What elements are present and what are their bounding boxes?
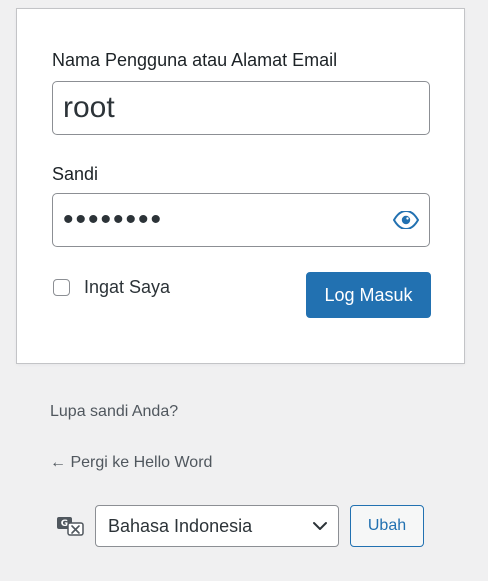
username-field-wrapper [52, 81, 430, 135]
language-switcher: G Bahasa Indonesia Ubah [56, 503, 436, 549]
username-input[interactable] [53, 82, 429, 134]
remember-me[interactable]: Ingat Saya [53, 277, 170, 298]
eye-icon [393, 211, 419, 229]
remember-label: Ingat Saya [84, 277, 171, 297]
login-form: Nama Pengguna atau Alamat Email Sandi In… [16, 8, 465, 364]
chevron-down-icon [313, 522, 327, 530]
remember-checkbox[interactable] [53, 279, 70, 296]
translation-icon: G [57, 517, 84, 536]
back-to-site-link[interactable]: ← Pergi ke Hello Word [50, 454, 212, 472]
login-button[interactable]: Log Masuk [306, 272, 431, 318]
password-label: Sandi [52, 164, 99, 184]
username-label: Nama Pengguna atau Alamat Email [52, 50, 338, 70]
language-selected-value: Bahasa Indonesia [108, 515, 253, 536]
password-field-wrapper [52, 193, 430, 247]
language-select[interactable]: Bahasa Indonesia [95, 505, 339, 547]
svg-text:G: G [61, 519, 68, 529]
show-password-button[interactable] [391, 207, 421, 233]
change-language-button[interactable]: Ubah [350, 505, 424, 547]
password-input[interactable] [53, 194, 429, 246]
forgot-password-link[interactable]: Lupa sandi Anda? [50, 403, 178, 421]
